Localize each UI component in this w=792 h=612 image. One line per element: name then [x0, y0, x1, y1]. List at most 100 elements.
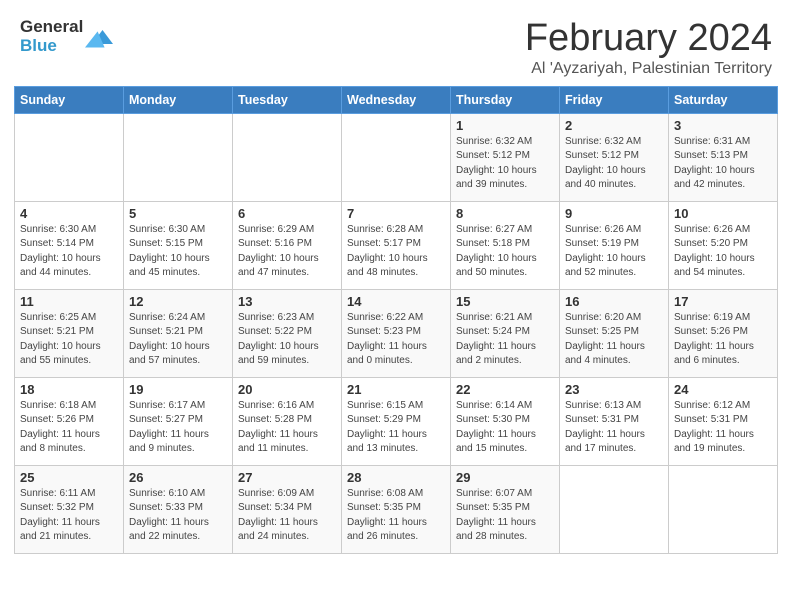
- calendar-table: SundayMondayTuesdayWednesdayThursdayFrid…: [14, 86, 778, 554]
- day-number: 16: [565, 294, 663, 309]
- day-info: Sunrise: 6:28 AM Sunset: 5:17 PM Dayligh…: [347, 223, 445, 281]
- title-area: February 2024 Al 'Ayzariyah, Palestinian…: [525, 18, 772, 78]
- column-header-saturday: Saturday: [669, 86, 778, 113]
- logo-general: General: [20, 18, 83, 37]
- day-number: 26: [129, 470, 227, 485]
- day-info: Sunrise: 6:10 AM Sunset: 5:33 PM Dayligh…: [129, 487, 227, 545]
- calendar-cell: 15Sunrise: 6:21 AM Sunset: 5:24 PM Dayli…: [451, 289, 560, 377]
- day-info: Sunrise: 6:13 AM Sunset: 5:31 PM Dayligh…: [565, 399, 663, 457]
- column-header-wednesday: Wednesday: [342, 86, 451, 113]
- calendar-cell: 16 Sunrise: 6:20 AM Sunset: 5:25 PM Dayli…: [560, 289, 669, 377]
- day-info: Sunrise: 6:16 AM Sunset: 5:28 PM Dayligh…: [238, 399, 336, 457]
- calendar-cell: 29 Sunrise: 6:07 AM Sunset: 5:35 PM Dayli…: [451, 465, 560, 553]
- day-number: 20: [238, 382, 336, 397]
- calendar-cell: 23 Sunrise: 6:13 AM Sunset: 5:31 PM Dayli…: [560, 377, 669, 465]
- calendar-cell: 12Sunrise: 6:24 AM Sunset: 5:21 PM Dayli…: [124, 289, 233, 377]
- calendar-cell: 14 Sunrise: 6:22 AM Sunset: 5:23 PM Dayli…: [342, 289, 451, 377]
- column-header-thursday: Thursday: [451, 86, 560, 113]
- day-info: Sunrise: 6:23 AM Sunset: 5:22 PM Dayligh…: [238, 311, 336, 369]
- day-info: Sunrise: 6:08 AM Sunset: 5:35 PM Dayligh…: [347, 487, 445, 545]
- day-info: Sunrise: 6:17 AM Sunset: 5:27 PM Dayligh…: [129, 399, 227, 457]
- day-number: 19: [129, 382, 227, 397]
- logo: General Blue: [20, 18, 113, 55]
- calendar-cell: 13 Sunrise: 6:23 AM Sunset: 5:22 PM Dayli…: [233, 289, 342, 377]
- day-info: Sunrise: 6:31 AM Sunset: 5:13 PM Dayligh…: [674, 135, 772, 193]
- day-number: 21: [347, 382, 445, 397]
- month-title: February 2024: [525, 18, 772, 60]
- day-number: 22: [456, 382, 554, 397]
- calendar-cell: [669, 465, 778, 553]
- day-number: 7: [347, 206, 445, 221]
- day-info: Sunrise: 6:25 AM Sunset: 5:21 PM Dayligh…: [20, 311, 118, 369]
- day-number: 27: [238, 470, 336, 485]
- calendar-cell: [15, 113, 124, 201]
- location-title: Al 'Ayzariyah, Palestinian Territory: [525, 60, 772, 78]
- day-number: 17: [674, 294, 772, 309]
- day-number: 4: [20, 206, 118, 221]
- calendar-cell: 20 Sunrise: 6:16 AM Sunset: 5:28 PM Dayli…: [233, 377, 342, 465]
- page-header: General Blue February 2024 Al 'Ayzariyah…: [0, 0, 792, 86]
- calendar-cell: 26 Sunrise: 6:10 AM Sunset: 5:33 PM Dayli…: [124, 465, 233, 553]
- day-number: 2: [565, 118, 663, 133]
- calendar-cell: 21 Sunrise: 6:15 AM Sunset: 5:29 PM Dayli…: [342, 377, 451, 465]
- day-info: Sunrise: 6:32 AM Sunset: 5:12 PM Dayligh…: [565, 135, 663, 193]
- day-number: 8: [456, 206, 554, 221]
- calendar-cell: 2 Sunrise: 6:32 AM Sunset: 5:12 PM Daylig…: [560, 113, 669, 201]
- calendar-cell: 11 Sunrise: 6:25 AM Sunset: 5:21 PM Dayli…: [15, 289, 124, 377]
- calendar-cell: [124, 113, 233, 201]
- day-info: Sunrise: 6:20 AM Sunset: 5:25 PM Dayligh…: [565, 311, 663, 369]
- calendar-cell: 4 Sunrise: 6:30 AM Sunset: 5:14 PM Daylig…: [15, 201, 124, 289]
- day-info: Sunrise: 6:29 AM Sunset: 5:16 PM Dayligh…: [238, 223, 336, 281]
- calendar-cell: 24Sunrise: 6:12 AM Sunset: 5:31 PM Dayli…: [669, 377, 778, 465]
- calendar-cell: 9 Sunrise: 6:26 AM Sunset: 5:19 PM Daylig…: [560, 201, 669, 289]
- calendar-header: SundayMondayTuesdayWednesdayThursdayFrid…: [15, 86, 778, 113]
- day-number: 18: [20, 382, 118, 397]
- day-number: 5: [129, 206, 227, 221]
- column-header-tuesday: Tuesday: [233, 86, 342, 113]
- calendar-cell: 25 Sunrise: 6:11 AM Sunset: 5:32 PM Dayli…: [15, 465, 124, 553]
- day-info: Sunrise: 6:26 AM Sunset: 5:19 PM Dayligh…: [565, 223, 663, 281]
- calendar-cell: 5 Sunrise: 6:30 AM Sunset: 5:15 PM Daylig…: [124, 201, 233, 289]
- calendar-cell: 28 Sunrise: 6:08 AM Sunset: 5:35 PM Dayli…: [342, 465, 451, 553]
- logo-blue: Blue: [20, 37, 83, 56]
- day-number: 11: [20, 294, 118, 309]
- day-number: 28: [347, 470, 445, 485]
- column-header-sunday: Sunday: [15, 86, 124, 113]
- calendar-cell: 7 Sunrise: 6:28 AM Sunset: 5:17 PM Daylig…: [342, 201, 451, 289]
- day-number: 23: [565, 382, 663, 397]
- calendar-cell: [233, 113, 342, 201]
- column-header-monday: Monday: [124, 86, 233, 113]
- calendar-cell: 8 Sunrise: 6:27 AM Sunset: 5:18 PM Daylig…: [451, 201, 560, 289]
- calendar-cell: 22 Sunrise: 6:14 AM Sunset: 5:30 PM Dayli…: [451, 377, 560, 465]
- day-number: 29: [456, 470, 554, 485]
- day-info: Sunrise: 6:19 AM Sunset: 5:26 PM Dayligh…: [674, 311, 772, 369]
- day-number: 1: [456, 118, 554, 133]
- day-number: 9: [565, 206, 663, 221]
- day-info: Sunrise: 6:15 AM Sunset: 5:29 PM Dayligh…: [347, 399, 445, 457]
- day-info: Sunrise: 6:14 AM Sunset: 5:30 PM Dayligh…: [456, 399, 554, 457]
- calendar-cell: [342, 113, 451, 201]
- day-number: 6: [238, 206, 336, 221]
- day-number: 12: [129, 294, 227, 309]
- day-info: Sunrise: 6:22 AM Sunset: 5:23 PM Dayligh…: [347, 311, 445, 369]
- day-info: Sunrise: 6:09 AM Sunset: 5:34 PM Dayligh…: [238, 487, 336, 545]
- day-info: Sunrise: 6:18 AM Sunset: 5:26 PM Dayligh…: [20, 399, 118, 457]
- calendar: SundayMondayTuesdayWednesdayThursdayFrid…: [0, 86, 792, 568]
- calendar-cell: 3 Sunrise: 6:31 AM Sunset: 5:13 PM Daylig…: [669, 113, 778, 201]
- day-info: Sunrise: 6:11 AM Sunset: 5:32 PM Dayligh…: [20, 487, 118, 545]
- calendar-cell: 1 Sunrise: 6:32 AM Sunset: 5:12 PM Daylig…: [451, 113, 560, 201]
- day-info: Sunrise: 6:32 AM Sunset: 5:12 PM Dayligh…: [456, 135, 554, 193]
- day-info: Sunrise: 6:12 AM Sunset: 5:31 PM Dayligh…: [674, 399, 772, 457]
- calendar-cell: 18 Sunrise: 6:18 AM Sunset: 5:26 PM Dayli…: [15, 377, 124, 465]
- day-number: 25: [20, 470, 118, 485]
- day-info: Sunrise: 6:30 AM Sunset: 5:14 PM Dayligh…: [20, 223, 118, 281]
- day-info: Sunrise: 6:30 AM Sunset: 5:15 PM Dayligh…: [129, 223, 227, 281]
- day-info: Sunrise: 6:07 AM Sunset: 5:35 PM Dayligh…: [456, 487, 554, 545]
- calendar-cell: 10Sunrise: 6:26 AM Sunset: 5:20 PM Dayli…: [669, 201, 778, 289]
- day-info: Sunrise: 6:26 AM Sunset: 5:20 PM Dayligh…: [674, 223, 772, 281]
- day-info: Sunrise: 6:27 AM Sunset: 5:18 PM Dayligh…: [456, 223, 554, 281]
- day-number: 3: [674, 118, 772, 133]
- day-number: 14: [347, 294, 445, 309]
- day-number: 13: [238, 294, 336, 309]
- calendar-cell: 27 Sunrise: 6:09 AM Sunset: 5:34 PM Dayli…: [233, 465, 342, 553]
